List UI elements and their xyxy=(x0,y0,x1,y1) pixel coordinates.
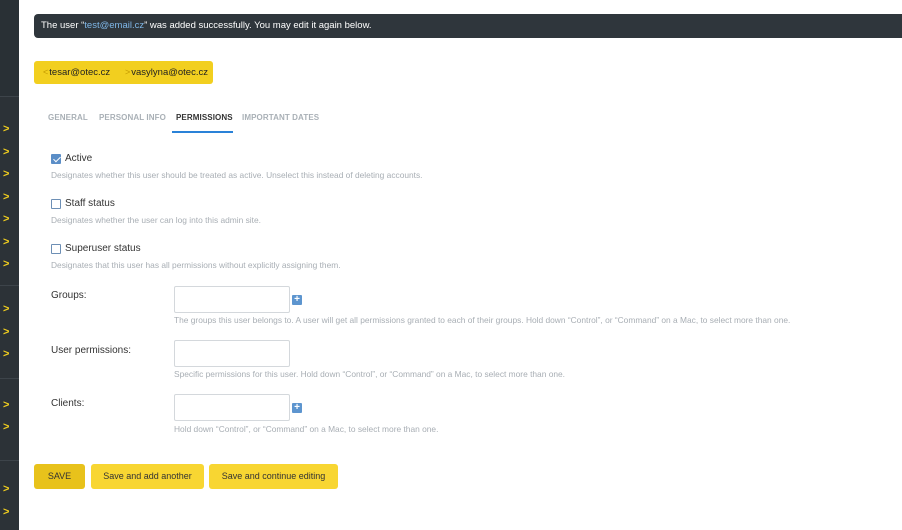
sidebar-divider xyxy=(0,96,19,97)
superuser-status-help-text: Designates that this user has all permis… xyxy=(51,260,341,270)
next-user-label: vasylyna@otec.cz xyxy=(131,67,208,78)
tab-permissions[interactable]: PERMISSIONS xyxy=(176,113,233,122)
sidebar-divider xyxy=(0,378,19,379)
sidebar-divider xyxy=(0,285,19,286)
superuser-status-label: Superuser status xyxy=(65,243,141,254)
next-user-link[interactable]: >vasylyna@otec.cz xyxy=(125,67,208,78)
left-sidebar: > > > > > > > > > > > > > > xyxy=(0,0,19,530)
previous-user-link[interactable]: <tesar@otec.cz xyxy=(43,67,110,78)
superuser-status-checkbox[interactable] xyxy=(51,243,61,254)
tab-important-dates[interactable]: IMPORTANT DATES xyxy=(242,113,319,122)
active-help-text: Designates whether this user should be t… xyxy=(51,170,423,180)
sidebar-divider xyxy=(0,460,19,461)
active-tab-indicator xyxy=(172,131,233,133)
active-label: Active xyxy=(65,153,93,164)
staff-status-checkbox[interactable] xyxy=(51,198,61,209)
message-prefix: The user “ xyxy=(41,20,85,31)
chevron-right-icon[interactable]: > xyxy=(3,422,13,433)
active-field: Active xyxy=(51,153,92,164)
success-message: The user “test@email.cz” was added succe… xyxy=(34,14,902,38)
message-suffix: ” was added successfully. You may edit i… xyxy=(144,20,372,31)
groups-select[interactable] xyxy=(174,286,290,313)
chevron-right-icon[interactable]: > xyxy=(3,237,13,248)
groups-label: Groups: xyxy=(51,290,87,301)
chevron-right-icon[interactable]: > xyxy=(3,484,13,495)
user-email-link[interactable]: test@email.cz xyxy=(84,20,144,31)
chevron-right-icon[interactable]: > xyxy=(3,507,13,518)
save-and-add-another-button[interactable]: Save and add another xyxy=(91,464,204,489)
staff-status-label: Staff status xyxy=(65,198,115,209)
save-button[interactable]: SAVE xyxy=(34,464,85,489)
user-permissions-help-text: Specific permissions for this user. Hold… xyxy=(174,369,565,379)
chevron-right-icon[interactable]: > xyxy=(3,400,13,411)
tab-personal-info[interactable]: PERSONAL INFO xyxy=(99,113,166,122)
clients-select[interactable] xyxy=(174,394,290,421)
user-permissions-select[interactable] xyxy=(174,340,290,367)
user-permissions-label: User permissions: xyxy=(51,345,132,356)
add-client-icon[interactable]: + xyxy=(292,403,302,413)
clients-label: Clients: xyxy=(51,398,85,409)
chevron-right-icon[interactable]: > xyxy=(3,349,13,360)
chevron-right-icon[interactable]: > xyxy=(3,327,13,338)
active-checkbox[interactable] xyxy=(51,153,61,164)
chevron-right-icon[interactable]: > xyxy=(3,124,13,135)
chevron-right-icon[interactable]: > xyxy=(3,304,13,315)
object-navigation: <tesar@otec.cz >vasylyna@otec.cz xyxy=(34,61,213,84)
clients-help-text: Hold down “Control”, or “Command” on a M… xyxy=(174,424,439,434)
previous-user-label: tesar@otec.cz xyxy=(49,67,111,78)
chevron-right-icon[interactable]: > xyxy=(3,259,13,270)
chevron-right-icon[interactable]: > xyxy=(3,214,13,225)
tab-general[interactable]: GENERAL xyxy=(48,113,88,122)
groups-help-text: The groups this user belongs to. A user … xyxy=(174,315,791,325)
sidebar-top-block xyxy=(0,0,19,96)
chevron-right-icon[interactable]: > xyxy=(3,169,13,180)
chevron-right-icon: > xyxy=(125,67,131,77)
staff-status-field: Staff status xyxy=(51,198,115,209)
superuser-status-field: Superuser status xyxy=(51,243,141,254)
save-and-continue-button[interactable]: Save and continue editing xyxy=(209,464,338,489)
chevron-right-icon[interactable]: > xyxy=(3,192,13,203)
chevron-right-icon[interactable]: > xyxy=(3,147,13,158)
staff-status-help-text: Designates whether the user can log into… xyxy=(51,215,261,225)
chevron-left-icon: < xyxy=(43,67,49,77)
add-group-icon[interactable]: + xyxy=(292,295,302,305)
